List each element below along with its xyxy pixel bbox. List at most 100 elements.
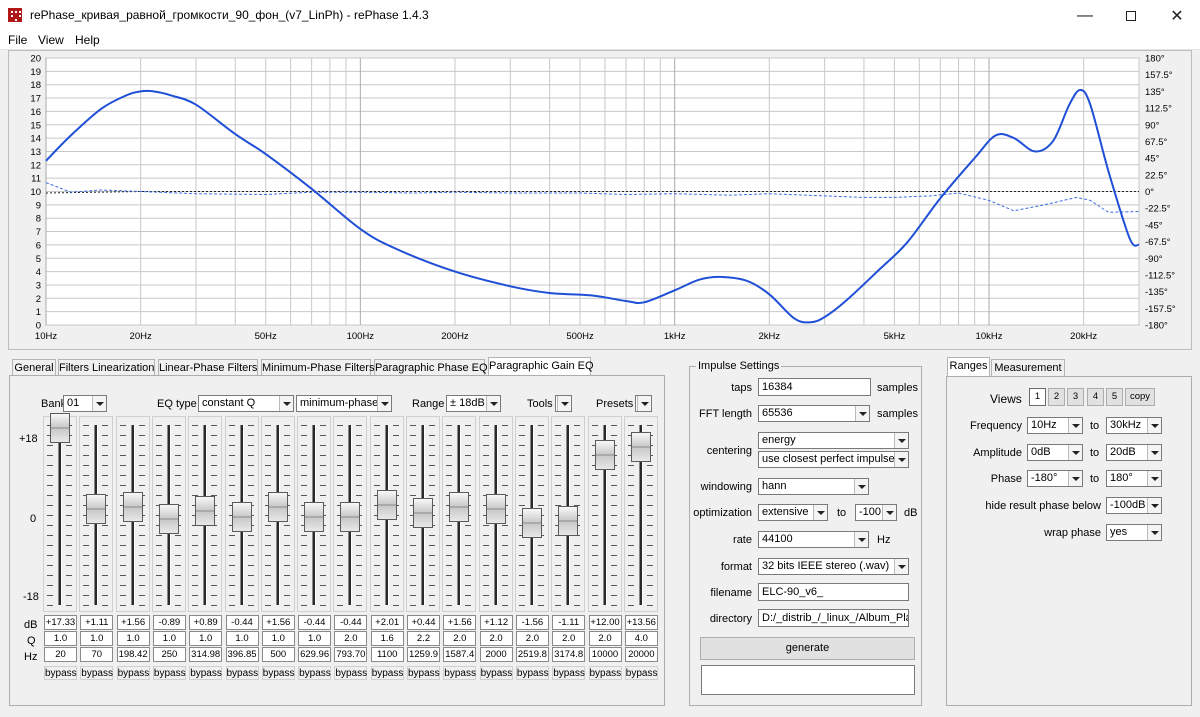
generate-button[interactable]: generate (700, 637, 915, 660)
format-select[interactable]: 32 bits IEEE stereo (.wav) (758, 558, 909, 575)
band-db-field[interactable]: +1.11 (80, 615, 114, 630)
band-hz-field[interactable]: 793.70 (334, 647, 368, 662)
band-db-field[interactable]: +1.56 (443, 615, 477, 630)
maximize-button[interactable] (1108, 0, 1154, 31)
band-hz-field[interactable]: 1100 (370, 647, 404, 662)
band-q-field[interactable]: 1.0 (116, 631, 150, 646)
slider-thumb[interactable] (195, 495, 216, 526)
phase-to-select[interactable]: 180° (1106, 470, 1162, 487)
slider-thumb[interactable] (86, 494, 107, 525)
band-bypass-button[interactable]: bypass (189, 666, 223, 680)
directory-input[interactable]: D:/_distrib_/_linux_/Album_Player (758, 609, 909, 627)
band-bypass-button[interactable]: bypass (116, 666, 150, 680)
minimize-button[interactable]: — (1062, 0, 1108, 31)
response-plot[interactable]: 20191817161514131211109876543210180°157.… (9, 51, 1191, 349)
fft-length-select[interactable]: 65536 (758, 405, 870, 422)
band-bypass-button[interactable]: bypass (152, 666, 186, 680)
band-bypass-button[interactable]: bypass (588, 666, 622, 680)
range-select[interactable]: ± 18dB (446, 395, 501, 412)
band-bypass-button[interactable]: bypass (44, 666, 77, 680)
slider-thumb[interactable] (485, 494, 506, 525)
amplitude-from-select[interactable]: 0dB (1027, 444, 1083, 461)
band-q-field[interactable]: 1.0 (261, 631, 295, 646)
band-hz-field[interactable]: 396.85 (225, 647, 259, 662)
band-bypass-button[interactable]: bypass (370, 666, 404, 680)
band-hz-field[interactable]: 314.98 (189, 647, 223, 662)
view-button-copy[interactable]: copy (1125, 388, 1155, 406)
band-bypass-button[interactable]: bypass (298, 666, 332, 680)
band-q-field[interactable]: 1.0 (298, 631, 332, 646)
slider-thumb[interactable] (50, 413, 70, 444)
band-bypass-button[interactable]: bypass (225, 666, 259, 680)
view-button-1[interactable]: 1 (1029, 388, 1046, 406)
band-q-field[interactable]: 1.0 (80, 631, 114, 646)
band-q-field[interactable]: 1.0 (152, 631, 186, 646)
band-q-field[interactable]: 2.0 (588, 631, 622, 646)
band-bypass-button[interactable]: bypass (479, 666, 513, 680)
menu-view[interactable]: View (38, 33, 64, 47)
slider-thumb[interactable] (304, 502, 325, 533)
slider-thumb[interactable] (122, 492, 143, 523)
presets-menu[interactable] (635, 395, 652, 412)
band-db-field[interactable]: -0.44 (298, 615, 332, 630)
band-bypass-button[interactable]: bypass (552, 666, 586, 680)
slider-thumb[interactable] (267, 492, 288, 523)
band-db-field[interactable]: -0.44 (334, 615, 368, 630)
band-bypass-button[interactable]: bypass (624, 666, 658, 680)
slider-thumb[interactable] (340, 502, 361, 533)
band-q-field[interactable]: 2.0 (552, 631, 586, 646)
slider-thumb[interactable] (449, 492, 470, 523)
slider-thumb[interactable] (413, 497, 433, 528)
wrap-phase-select[interactable]: yes (1106, 524, 1162, 541)
hide-phase-select[interactable]: -100dB (1106, 497, 1162, 514)
tools-menu[interactable] (555, 395, 572, 412)
slider-thumb[interactable] (376, 489, 397, 520)
band-q-field[interactable]: 1.0 (44, 631, 77, 646)
slider-thumb[interactable] (158, 504, 179, 535)
frequency-from-select[interactable]: 10Hz (1027, 417, 1083, 434)
band-db-field[interactable]: +1.56 (116, 615, 150, 630)
band-hz-field[interactable]: 250 (152, 647, 186, 662)
slider-thumb[interactable] (231, 502, 252, 533)
band-hz-field[interactable]: 10000 (588, 647, 622, 662)
band-hz-field[interactable]: 198.42 (116, 647, 150, 662)
band-bypass-button[interactable]: bypass (443, 666, 477, 680)
band-hz-field[interactable]: 629.96 (298, 647, 332, 662)
band-hz-field[interactable]: 20 (44, 647, 77, 662)
band-q-field[interactable]: 4.0 (624, 631, 658, 646)
band-db-field[interactable]: +0.44 (407, 615, 440, 630)
rate-select[interactable]: 44100 (758, 531, 869, 548)
centering-mode-select[interactable]: use closest perfect impulse (758, 451, 909, 468)
band-q-field[interactable]: 2.0 (515, 631, 549, 646)
band-db-field[interactable]: -1.56 (515, 615, 549, 630)
eq-type-select[interactable]: constant Q (198, 395, 294, 412)
frequency-to-select[interactable]: 30kHz (1106, 417, 1162, 434)
band-hz-field[interactable]: 500 (261, 647, 295, 662)
tab-measurement[interactable]: Measurement (991, 359, 1065, 377)
band-hz-field[interactable]: 70 (80, 647, 114, 662)
view-button-4[interactable]: 4 (1087, 388, 1104, 406)
band-db-field[interactable]: -1.11 (552, 615, 586, 630)
taps-input[interactable]: 16384 (758, 378, 871, 396)
filename-input[interactable]: ELC-90_v6_ (758, 583, 909, 601)
band-hz-field[interactable]: 2000 (479, 647, 513, 662)
band-bypass-button[interactable]: bypass (80, 666, 114, 680)
band-db-field[interactable]: +1.12 (479, 615, 513, 630)
band-db-field[interactable]: -0.44 (225, 615, 259, 630)
band-bypass-button[interactable]: bypass (407, 666, 440, 680)
band-db-field[interactable]: +17.33 (44, 615, 77, 630)
band-db-field[interactable]: +12.00 (588, 615, 622, 630)
slider-thumb[interactable] (521, 507, 542, 538)
bank-select[interactable]: 01 (63, 395, 107, 412)
close-button[interactable]: ✕ (1154, 0, 1200, 31)
view-button-3[interactable]: 3 (1067, 388, 1084, 406)
band-hz-field[interactable]: 1259.9 (407, 647, 440, 662)
band-q-field[interactable]: 2.0 (443, 631, 477, 646)
tab-paragraphic-gain-eq[interactable]: Paragraphic Gain EQ (488, 357, 594, 377)
band-q-field[interactable]: 2.0 (334, 631, 368, 646)
band-q-field[interactable]: 2.0 (479, 631, 513, 646)
band-q-field[interactable]: 1.6 (370, 631, 404, 646)
menu-file[interactable]: File (8, 33, 27, 47)
amplitude-to-select[interactable]: 20dB (1106, 444, 1162, 461)
optimization-limit-select[interactable]: -100 (855, 504, 897, 521)
